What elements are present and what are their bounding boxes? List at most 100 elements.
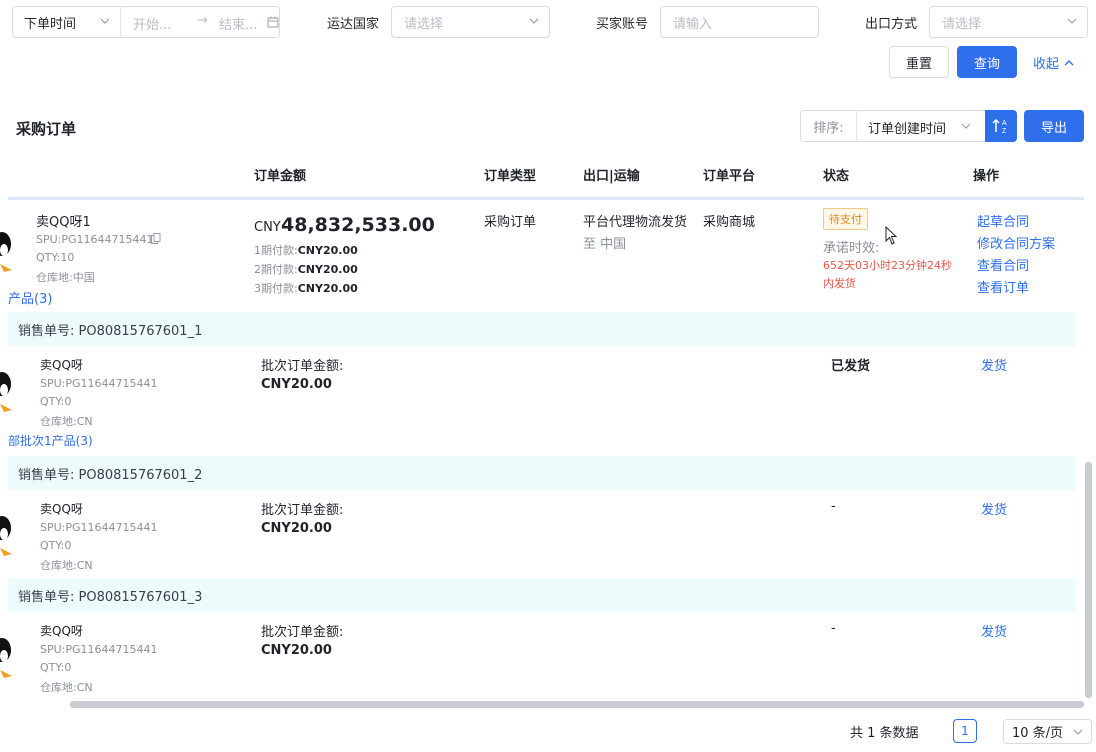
batch-products-link[interactable]: 部批次1产品(3): [8, 432, 93, 449]
sales-number-row: 销售单号: PO80815767601_1: [8, 312, 1076, 346]
chevron-up-icon: [1064, 59, 1074, 65]
batch-amount: CNY20.00: [261, 643, 332, 658]
product-name: 卖QQ呀: [40, 624, 83, 638]
svg-text:Z: Z: [1002, 128, 1007, 135]
product-avatar: [0, 366, 20, 416]
product-qty: QTY:0: [40, 395, 72, 408]
export-button[interactable]: 导出: [1024, 110, 1084, 142]
reset-button[interactable]: 重置: [889, 46, 949, 78]
buyer-placeholder: 请输入: [673, 16, 713, 32]
chevron-down-icon: [529, 18, 539, 24]
copy-icon[interactable]: [151, 233, 161, 244]
modify-contract-link[interactable]: 修改合同方案: [977, 233, 1055, 252]
shipping-destination: 至 中国: [583, 237, 627, 252]
product-avatar: [0, 510, 20, 560]
penguin-icon: [0, 372, 12, 412]
page-size-value: 10 条/页: [1012, 726, 1064, 741]
product-qty: QTY:0: [40, 661, 72, 674]
country-placeholder: 请选择: [404, 16, 444, 32]
section-title: 采购订单: [16, 120, 77, 138]
products-link[interactable]: 产品(3): [8, 288, 52, 307]
product-spu: SPU:PG11644715441: [40, 643, 158, 656]
start-date-input[interactable]: 开始...: [133, 14, 171, 33]
batch-amount-label: 批次订单金额:: [261, 359, 344, 374]
chevron-down-icon: [961, 123, 971, 129]
page-size-select[interactable]: 10 条/页: [1003, 719, 1092, 744]
sort-az-icon: AZ: [992, 118, 1007, 135]
sales-number: 销售单号: PO80815767601_3: [18, 589, 203, 605]
pagination-total: 共 1 条数据: [850, 726, 919, 741]
ship-link[interactable]: 发货: [981, 499, 1007, 518]
export-select[interactable]: 请选择: [929, 6, 1088, 38]
product-name: 卖QQ呀: [40, 502, 83, 516]
penguin-icon: [0, 516, 12, 556]
buyer-input[interactable]: 请输入: [660, 6, 819, 38]
sort-label: 排序:: [801, 111, 857, 141]
order-amount: 48,832,533.00: [281, 214, 435, 236]
product-name: 卖QQ呀1: [36, 215, 91, 230]
range-arrow: →: [197, 13, 208, 28]
ship-link[interactable]: 发货: [981, 355, 1007, 374]
country-select[interactable]: 请选择: [391, 6, 550, 38]
sales-number-row: 销售单号: PO80815767601_2: [8, 456, 1076, 490]
product-spu: SPU:PG11644715441: [36, 233, 154, 246]
th-type: 订单类型: [484, 169, 537, 184]
chevron-down-icon: [100, 18, 110, 24]
sales-number: 销售单号: PO80815767601_2: [18, 467, 203, 483]
date-range-picker[interactable]: 下单时间 开始... → 结束...: [12, 6, 280, 38]
mouse-cursor-icon: [885, 226, 898, 245]
collapse-button[interactable]: 收起: [1033, 53, 1074, 72]
th-platform: 订单平台: [703, 169, 756, 184]
amount-prefix: CNY: [254, 220, 281, 235]
penguin-icon: [0, 232, 12, 272]
collapse-label: 收起: [1033, 57, 1060, 72]
th-amount: 订单金额: [254, 169, 307, 184]
chevron-down-icon: [1067, 18, 1077, 24]
product-spu: SPU:PG11644715441: [40, 521, 158, 534]
product-warehouse: 仓库地:CN: [40, 415, 93, 428]
view-order-link[interactable]: 查看订单: [977, 277, 1029, 296]
product-warehouse: 仓库地:CN: [40, 681, 93, 694]
vertical-scrollbar[interactable]: [1085, 462, 1092, 698]
product-warehouse: 仓库地:中国: [36, 271, 95, 284]
product-avatar: [0, 632, 20, 682]
batch-amount-label: 批次订单金额:: [261, 503, 344, 518]
page-number-1[interactable]: 1: [953, 719, 977, 743]
installment-2: 2期付款:CNY20.00: [254, 263, 358, 276]
promise-time: 652天03小时23分钟24秒: [823, 259, 952, 272]
date-type-select[interactable]: 下单时间: [13, 7, 121, 37]
promise-label: 承诺时效:: [823, 241, 880, 256]
batch-amount: CNY20.00: [261, 521, 332, 536]
sub-status: 已发货: [831, 359, 871, 374]
product-qty: QTY:0: [40, 539, 72, 552]
buyer-label: 买家账号: [596, 17, 649, 32]
product-qty: QTY:10: [36, 251, 75, 264]
export-label: 出口方式: [865, 17, 918, 32]
penguin-icon: [0, 638, 12, 678]
chevron-down-icon: [1073, 729, 1083, 735]
date-type-value: 下单时间: [24, 16, 77, 32]
sales-number: 销售单号: PO80815767601_1: [18, 323, 203, 339]
table-header-bg: [8, 150, 1084, 200]
end-date-input[interactable]: 结束...: [219, 14, 257, 33]
calendar-icon: [267, 16, 279, 28]
product-name: 卖QQ呀: [40, 358, 83, 372]
svg-text:A: A: [1002, 120, 1007, 127]
shipping-method: 平台代理物流发货: [583, 215, 688, 230]
query-button[interactable]: 查询: [957, 46, 1017, 78]
order-type: 采购订单: [484, 215, 537, 230]
promise-suffix: 内发货: [823, 277, 856, 290]
export-placeholder: 请选择: [942, 16, 982, 32]
sort-order-button[interactable]: AZ: [985, 110, 1017, 142]
ship-link[interactable]: 发货: [981, 621, 1007, 640]
th-status: 状态: [823, 169, 850, 184]
sort-select[interactable]: 排序: 订单创建时间 AZ: [800, 110, 1017, 142]
sort-value: 订单创建时间: [868, 122, 947, 137]
horizontal-scrollbar[interactable]: [70, 701, 1084, 708]
product-spu: SPU:PG11644715441: [40, 377, 158, 390]
view-contract-link[interactable]: 查看合同: [977, 255, 1029, 274]
draft-contract-link[interactable]: 起草合同: [977, 211, 1029, 230]
sales-number-row: 销售单号: PO80815767601_3: [8, 578, 1076, 612]
installment-1: 1期付款:CNY20.00: [254, 244, 358, 257]
installment-3: 3期付款:CNY20.00: [254, 282, 358, 295]
